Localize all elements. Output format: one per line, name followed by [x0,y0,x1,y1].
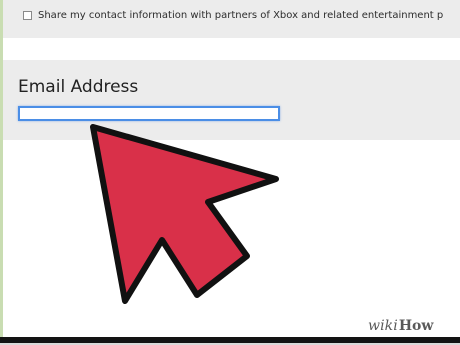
watermark-how: How [398,318,434,334]
email-input[interactable] [18,106,280,121]
contact-sharing-row[interactable]: Share my contact information with partne… [23,10,460,26]
watermark-wiki: wiki [368,318,398,334]
contact-sharing-checkbox[interactable] [23,11,32,20]
content-area [3,140,460,340]
contact-sharing-label[interactable]: Share my contact information with partne… [38,10,443,23]
contact-sharing-panel: Share my contact information with partne… [3,0,460,38]
wikihow-watermark: wikiHow [358,316,452,337]
email-heading: Email Address [18,77,139,97]
screenshot-frame: Share my contact information with partne… [0,0,460,345]
section-spacer [3,38,460,60]
email-panel: Email Address [3,60,460,140]
